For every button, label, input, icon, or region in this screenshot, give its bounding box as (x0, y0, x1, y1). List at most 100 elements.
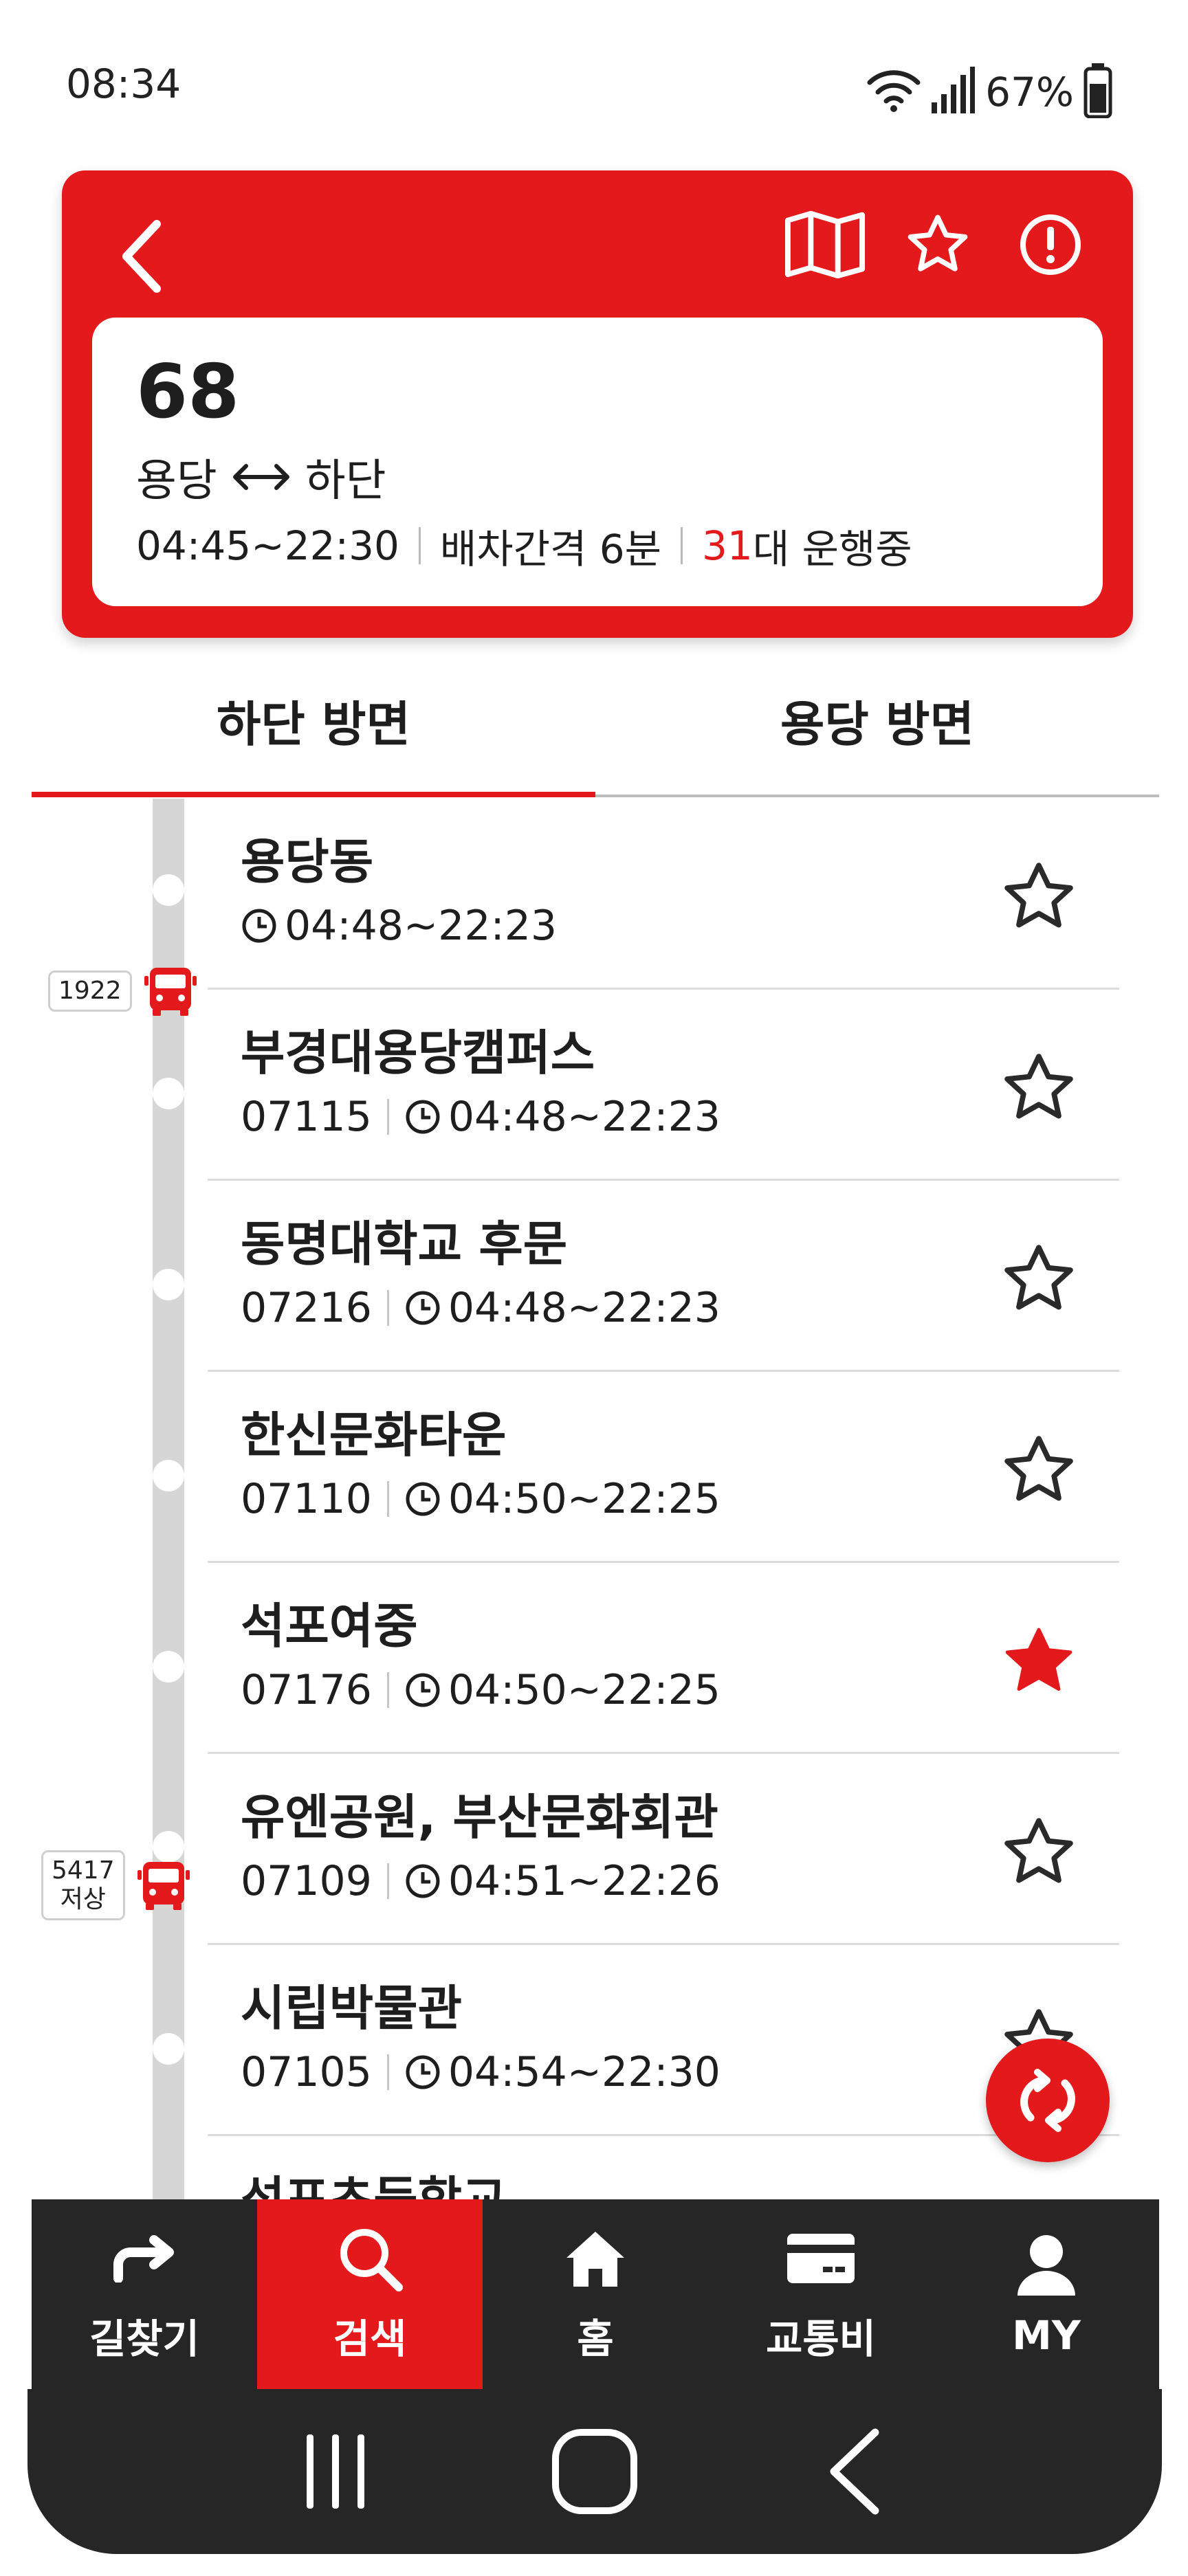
favorite-route-button[interactable] (896, 203, 979, 286)
home-icon (558, 2224, 633, 2293)
star-outline-icon (908, 214, 968, 271)
wifi-icon (867, 69, 921, 115)
clock-icon (404, 2054, 441, 2091)
stop-meta: 07109 04:51~22:26 (241, 1857, 720, 1905)
stop-dot (153, 1651, 184, 1683)
stop-dot (153, 1078, 184, 1109)
favorite-button[interactable] (994, 852, 1084, 942)
bus-marker[interactable]: 5417 저상 (41, 1850, 191, 1920)
stop-name: 유엔공원, 부산문화회관 (241, 1789, 718, 1845)
stop-meta: 07176 04:50~22:25 (241, 1666, 720, 1714)
bidirectional-arrow-icon (232, 464, 289, 490)
bus-icon (137, 1862, 190, 1910)
stop-dot (153, 874, 184, 906)
divider (681, 527, 683, 564)
star-outline-icon (1004, 863, 1073, 928)
list-item[interactable]: 석포여중 07176 04:50~22:25 (0, 1563, 1188, 1754)
list-item[interactable]: 동명대학교 후문 07216 04:48~22:23 (0, 1181, 1188, 1372)
clock-icon (404, 1098, 441, 1135)
route-interval: 배차간격 6분 (439, 526, 662, 573)
alert-circle-icon (1020, 214, 1081, 275)
running-suffix: 대 운행중 (752, 526, 912, 573)
stop-code: 07115 (241, 1093, 372, 1141)
search-icon (332, 2224, 408, 2293)
tab-yongdang-direction[interactable]: 용당 방면 (595, 646, 1159, 795)
recent-apps-button[interactable] (274, 2413, 397, 2530)
stop-hours: 04:48~22:23 (285, 902, 558, 950)
nav-label: 홈 (577, 2316, 614, 2362)
stop-meta: 07216 04:48~22:23 (241, 1284, 720, 1332)
stop-dot (153, 1269, 184, 1300)
divider (418, 527, 421, 564)
nav-transit-fare[interactable]: 교통비 (708, 2199, 934, 2389)
divider (386, 1099, 389, 1135)
stop-dot (153, 2033, 184, 2065)
star-outline-icon (1004, 1818, 1073, 1883)
list-item[interactable]: 용당동 04:48~22:23 (0, 799, 1188, 990)
home-system-button[interactable] (533, 2413, 657, 2530)
chevron-left-icon (122, 220, 161, 293)
nav-directions[interactable]: 길찾기 (32, 2199, 257, 2389)
route-arrow-icon (107, 2224, 182, 2293)
recent-apps-icon (307, 2434, 365, 2509)
route-header: 68 용당 하단 04:45~22:30 배차간격 6분 31 대 운행중 (62, 170, 1133, 638)
stop-code: 07176 (241, 1666, 372, 1714)
stop-list[interactable]: 용당동 04:48~22:23 부경대용당캠퍼스 07115 04:48~22:… (0, 799, 1188, 2201)
nav-home[interactable]: 홈 (483, 2199, 708, 2389)
clock-icon (404, 1672, 441, 1709)
status-time: 08:34 (66, 60, 182, 107)
nav-search[interactable]: 검색 (257, 2199, 483, 2389)
card-icon (783, 2224, 859, 2293)
running-count: 31 (702, 522, 753, 569)
stop-name: 용당동 (241, 834, 374, 890)
divider (386, 1672, 389, 1708)
bus-type-label: 저상 (60, 1885, 106, 1913)
stop-name: 석포여중 (241, 1598, 418, 1654)
divider (386, 1863, 389, 1899)
stop-name: 부경대용당캠퍼스 (241, 1025, 595, 1081)
favorite-button[interactable] (994, 1425, 1084, 1515)
clock-icon (404, 1863, 441, 1900)
bus-number: 5417 (52, 1856, 115, 1885)
bus-marker[interactable]: 1922 (48, 964, 198, 1019)
stop-meta: 07105 04:54~22:30 (241, 2048, 720, 2096)
status-bar: 08:34 67% (0, 0, 1188, 158)
stop-hours: 04:54~22:30 (448, 2048, 720, 2096)
stop-code: 07105 (241, 2048, 372, 2096)
star-outline-icon (1004, 1054, 1073, 1119)
stop-name: 석포초등학교 (241, 2171, 507, 2201)
map-icon (784, 210, 866, 279)
tab-hadan-direction[interactable]: 하단 방면 (32, 646, 595, 797)
clock-icon (404, 1289, 441, 1326)
favorite-button[interactable] (994, 1808, 1084, 1897)
divider (386, 2054, 389, 2090)
star-outline-icon (1004, 1436, 1073, 1501)
system-back-button[interactable] (792, 2413, 916, 2530)
route-endpoints: 용당 하단 (136, 445, 386, 509)
map-button[interactable] (784, 203, 866, 286)
back-button[interactable] (103, 212, 179, 301)
signal-icon (930, 67, 976, 118)
stop-name: 시립박물관 (241, 1980, 462, 2036)
favorite-button[interactable] (994, 1234, 1084, 1324)
stop-code: 07110 (241, 1475, 372, 1523)
nav-my[interactable]: MY (934, 2199, 1159, 2389)
stop-meta: 07115 04:48~22:23 (241, 1093, 720, 1141)
direction-tabs: 하단 방면 용당 방면 (32, 646, 1159, 797)
stop-hours: 04:50~22:25 (448, 1666, 720, 1714)
stop-code: 07216 (241, 1284, 372, 1332)
refresh-button[interactable] (986, 2039, 1110, 2162)
star-filled-icon (1005, 1628, 1072, 1691)
report-button[interactable] (1009, 203, 1092, 286)
bus-number-tag: 5417 저상 (41, 1850, 125, 1920)
bus-number-tag: 1922 (48, 970, 132, 1012)
list-item[interactable]: 한신문화타운 07110 04:50~22:25 (0, 1372, 1188, 1563)
battery-icon (1084, 63, 1112, 121)
stop-name: 동명대학교 후문 (241, 1216, 568, 1272)
back-chevron-icon (830, 2428, 879, 2515)
favorite-button[interactable] (994, 1043, 1084, 1133)
stop-hours: 04:50~22:25 (448, 1475, 720, 1523)
favorite-button[interactable] (994, 1617, 1084, 1706)
star-outline-icon (1004, 1245, 1073, 1310)
divider (386, 1481, 389, 1517)
